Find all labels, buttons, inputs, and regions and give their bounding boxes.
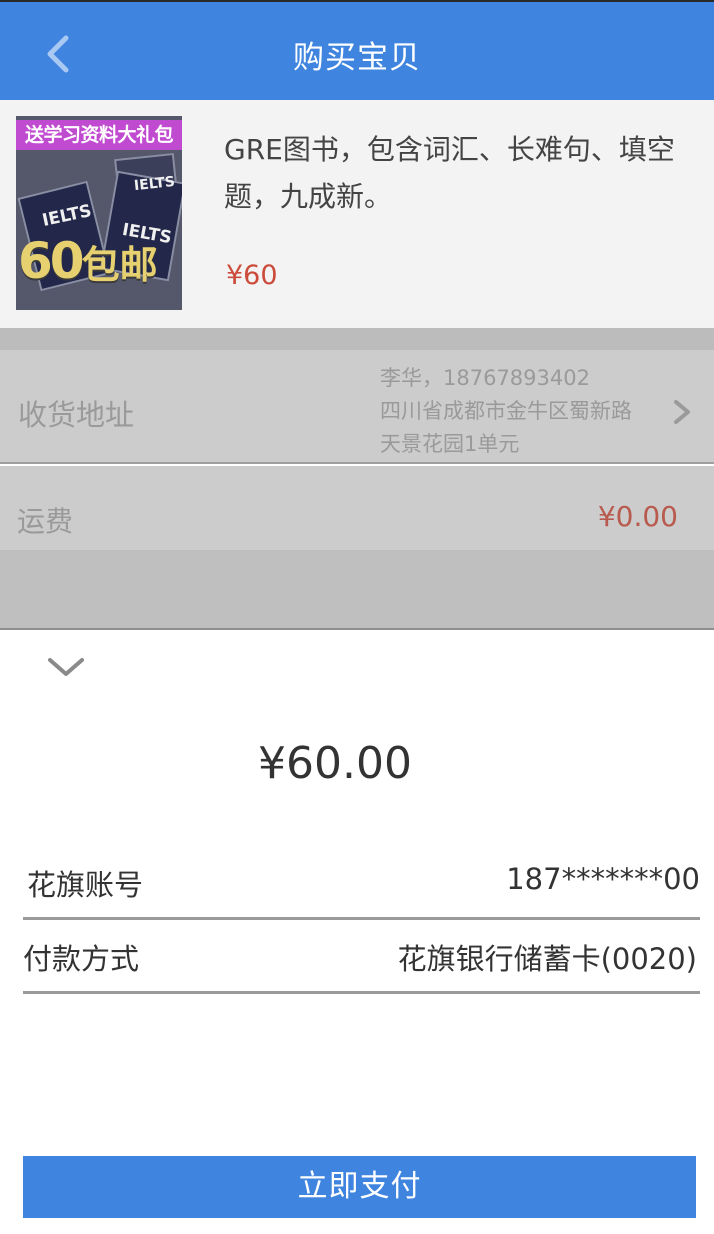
- payment-amount: ¥60.00: [258, 738, 412, 789]
- image-banner-text: 送学习资料大礼包: [16, 120, 182, 150]
- shipping-row: 运费 ¥0.00: [0, 466, 714, 550]
- product-image: IELTS IELTS IELTS 送学习资料大礼包 60包邮: [16, 116, 182, 310]
- page-title: 购买宝贝: [293, 40, 421, 76]
- product-description: GRE图书，包含词汇、长难句、填空题，九成新。: [224, 133, 675, 213]
- header-bar: 购买宝贝: [0, 0, 714, 100]
- image-promo-number: 60: [18, 232, 85, 290]
- account-value: 187*******00: [506, 862, 700, 896]
- shipping-label: 运费: [17, 505, 74, 538]
- product-price: ¥60: [226, 260, 278, 291]
- account-label: 花旗账号: [27, 868, 144, 902]
- image-promo: 60包邮: [18, 232, 158, 290]
- address-row[interactable]: 收货地址 李华，18767893402 四川省成都市金牛区蜀新路天景花园1单元: [0, 350, 714, 464]
- account-row: 花旗账号 187*******00: [23, 846, 700, 920]
- payment-sheet: ¥60.00 花旗账号 187*******00 付款方式 花旗银行储蓄卡(00…: [0, 632, 714, 1234]
- chevron-right-icon: [670, 396, 694, 428]
- address-label: 收货地址: [18, 398, 135, 432]
- overlay-backdrop[interactable]: [0, 550, 714, 630]
- shipping-fee: ¥0.00: [597, 500, 678, 533]
- payment-method-label: 付款方式: [23, 942, 140, 976]
- product-card: IELTS IELTS IELTS 送学习资料大礼包 60包邮 GRE图书，包含…: [0, 100, 714, 328]
- image-promo-text: 包邮: [81, 243, 158, 287]
- address-info: 李华，18767893402 四川省成都市金牛区蜀新路天景花园1单元: [380, 362, 650, 461]
- chevron-down-icon[interactable]: [44, 652, 88, 682]
- pay-now-button[interactable]: 立即支付: [23, 1156, 696, 1218]
- address-contact: 李华，18767893402: [380, 366, 590, 390]
- payment-method-value: 花旗银行储蓄卡(0020): [397, 942, 697, 976]
- payment-method-row[interactable]: 付款方式 花旗银行储蓄卡(0020): [23, 920, 700, 994]
- section-divider: [0, 328, 714, 350]
- address-detail: 四川省成都市金牛区蜀新路天景花园1单元: [380, 399, 632, 456]
